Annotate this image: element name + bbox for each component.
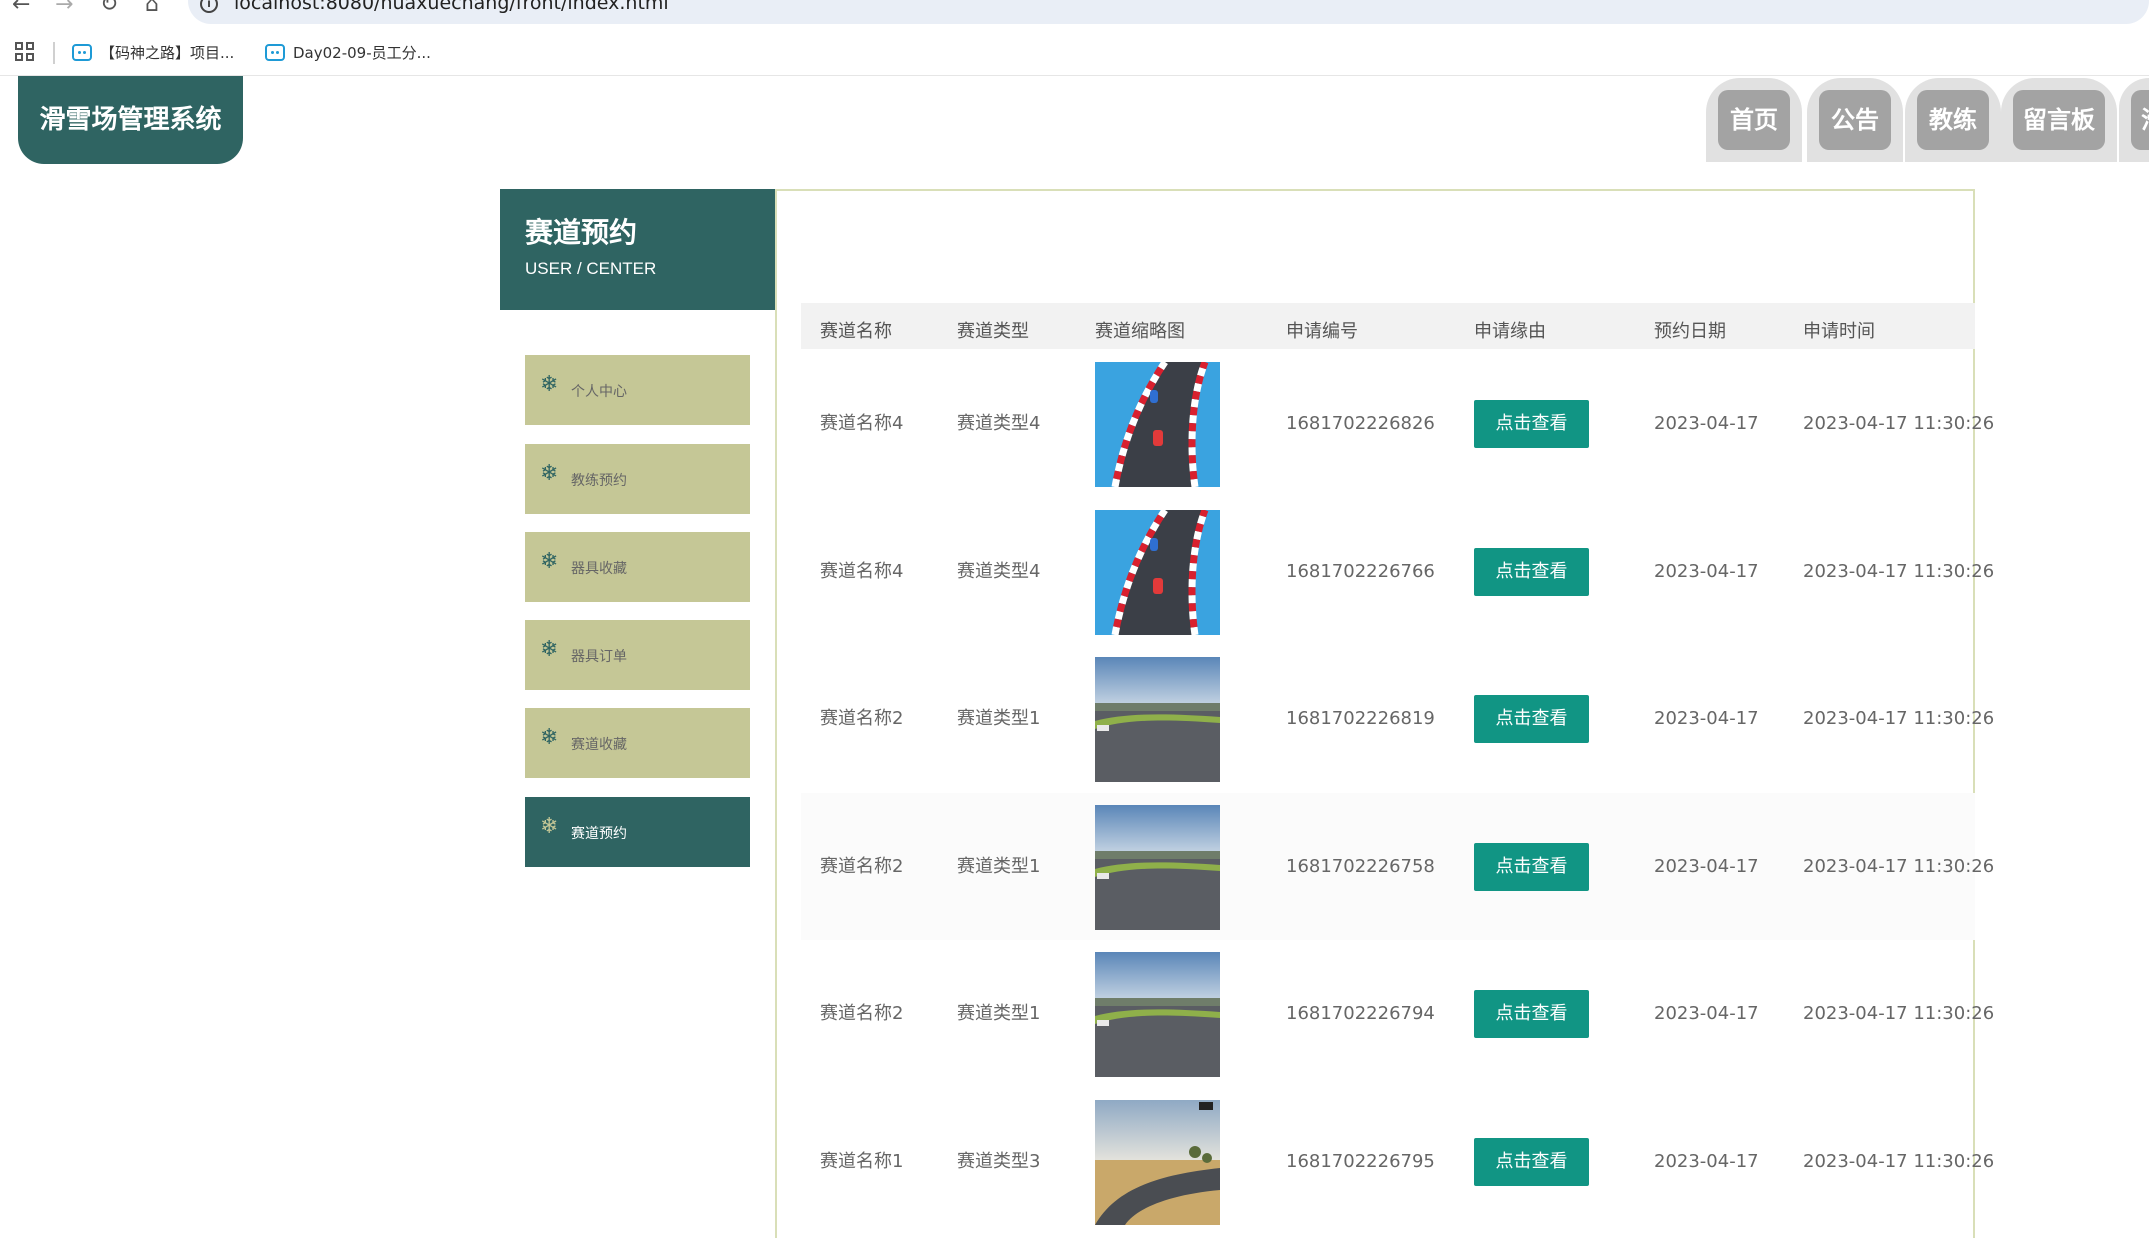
track-type-cell: 赛道类型4 [957, 413, 1041, 434]
apps-grid-icon[interactable] [15, 42, 35, 62]
view-reason-button[interactable]: 点击查看 [1474, 1137, 1589, 1186]
nav-tab-coach[interactable]: 教练 [1905, 78, 2001, 162]
track-name-cell: 赛道名称4 [820, 413, 904, 434]
snowflake-icon: ❄ [540, 814, 559, 839]
snowflake-icon: ❄ [540, 637, 559, 662]
nav-tab-more[interactable]: 滑 [2119, 78, 2149, 162]
view-reason-button[interactable]: 点击查看 [1474, 695, 1589, 743]
sidebar-item-profile[interactable]: ❄ 个人中心 [525, 355, 750, 425]
sidebar-item-label: 赛道预约 [571, 826, 627, 842]
track-thumbnail [1095, 1099, 1220, 1225]
bookmark-item[interactable]: Day02-09-员工分... [265, 40, 431, 66]
booking-date-cell: 2023-04-17 [1654, 1003, 1759, 1024]
snowflake-icon: ❄ [540, 372, 559, 397]
sidebar-item-label: 赛道收藏 [571, 737, 627, 753]
view-reason-button[interactable]: 点击查看 [1474, 990, 1589, 1038]
bilibili-icon [265, 44, 285, 61]
application-code-cell: 1681702226766 [1286, 560, 1435, 582]
application-time-cell: 2023-04-17 11:30:26 [1803, 413, 1995, 434]
track-name-cell: 赛道名称2 [820, 855, 904, 877]
column-header: 申请缘由 [1474, 321, 1546, 342]
application-code-cell: 1681702226758 [1286, 855, 1435, 877]
column-header: 申请时间 [1803, 321, 1875, 342]
url-text[interactable]: localhost:8080/huaxuechang/front/index.h… [234, 0, 669, 14]
table-header: 赛道名称 赛道类型 赛道缩略图 申请编号 申请缘由 预约日期 申请时间 [801, 303, 1975, 349]
track-thumbnail [1095, 509, 1220, 635]
sidebar-item-track-favorites[interactable]: ❄ 赛道收藏 [525, 708, 750, 778]
column-header: 申请编号 [1286, 321, 1358, 342]
sidebar-item-label: 器具订单 [571, 649, 627, 665]
view-reason-button[interactable]: 点击查看 [1474, 842, 1589, 891]
sidebar-item-track-booking[interactable]: ❄ 赛道预约 [525, 797, 750, 867]
column-header: 赛道类型 [957, 321, 1029, 342]
view-reason-button[interactable]: 点击查看 [1474, 547, 1589, 596]
track-thumbnail [1095, 804, 1220, 930]
track-thumbnail [1095, 952, 1220, 1077]
track-name-cell: 赛道名称2 [820, 708, 904, 729]
application-time-cell: 2023-04-17 11:30:26 [1803, 708, 1995, 729]
table-row: 赛道名称4 赛道类型4 1681702226766 点击查看 2023-04-17 202… [801, 498, 1994, 645]
table-row: 赛道名称1 赛道类型3 1681702226795 点击查看 2023-04-17 202… [801, 1088, 1994, 1235]
back-icon[interactable]: ← [12, 0, 30, 16]
application-time-cell: 2023-04-17 11:30:26 [1803, 855, 1995, 877]
booking-date-cell: 2023-04-17 [1654, 708, 1759, 729]
sidebar-title: 赛道预约 [525, 216, 638, 249]
application-code-cell: 1681702226819 [1286, 708, 1435, 729]
table-row: 赛道名称2 赛道类型1 1681702226794 点击查看 2023-04-17 202… [801, 940, 1994, 1087]
sidebar-item-label: 个人中心 [571, 384, 627, 400]
sidebar-item-label: 教练预约 [571, 473, 627, 489]
bookmarks-divider [53, 42, 55, 64]
booking-date-cell: 2023-04-17 [1654, 560, 1759, 582]
view-reason-button[interactable]: 点击查看 [1474, 400, 1589, 448]
track-type-cell: 赛道类型1 [957, 708, 1041, 729]
table-row: 赛道名称2 赛道类型1 1681702226819 点击查看 2023-04-17 202… [801, 645, 1994, 792]
track-type-cell: 赛道类型1 [957, 855, 1041, 877]
track-name-cell: 赛道名称1 [820, 1150, 904, 1172]
table-row: 赛道名称2 赛道类型1 1681702226758 点击查看 2023-04-17 202… [801, 792, 1994, 940]
reload-icon[interactable]: ↻ [100, 0, 118, 16]
sidebar-item-equipment-orders[interactable]: ❄ 器具订单 [525, 620, 750, 690]
application-time-cell: 2023-04-17 11:30:26 [1803, 560, 1995, 582]
column-header: 赛道缩略图 [1095, 321, 1185, 342]
browser-address-bar: ← → ↻ ⌂ i localhost:8080/huaxuechang/fro… [0, 0, 2149, 26]
track-type-cell: 赛道类型1 [957, 1003, 1041, 1024]
bookmark-item[interactable]: 【码神之路】项目... [72, 40, 234, 66]
forward-icon[interactable]: → [55, 0, 73, 16]
table-row: 赛道名称4 赛道类型4 1681702226826 点击查看 2023-04-17 202… [801, 350, 1994, 497]
application-time-cell: 2023-04-17 11:30:26 [1803, 1003, 1995, 1024]
home-icon[interactable]: ⌂ [145, 0, 159, 16]
application-code-cell: 1681702226795 [1286, 1150, 1435, 1172]
track-name-cell: 赛道名称4 [820, 560, 904, 582]
nav-tab-home[interactable]: 首页 [1706, 78, 1802, 162]
sidebar-subtitle: USER / CENTER [525, 259, 657, 278]
track-type-cell: 赛道类型3 [957, 1150, 1041, 1172]
booking-date-cell: 2023-04-17 [1654, 413, 1759, 434]
snowflake-icon: ❄ [540, 725, 559, 750]
bilibili-icon [72, 44, 92, 61]
bookmarks-bar: 【码神之路】项目... Day02-09-员工分... [0, 32, 2149, 76]
application-code-cell: 1681702226794 [1286, 1003, 1435, 1024]
application-time-cell: 2023-04-17 11:30:26 [1803, 1150, 1995, 1172]
booking-date-cell: 2023-04-17 [1654, 855, 1759, 877]
column-header: 赛道名称 [820, 321, 892, 342]
track-thumbnail [1095, 362, 1220, 487]
app-logo-title[interactable]: 滑雪场管理系统 [18, 76, 243, 164]
snowflake-icon: ❄ [540, 549, 559, 574]
track-thumbnail [1095, 657, 1220, 782]
track-type-cell: 赛道类型4 [957, 560, 1041, 582]
sidebar-item-label: 器具收藏 [571, 561, 627, 577]
track-name-cell: 赛道名称2 [820, 1003, 904, 1024]
sidebar-item-equipment-favorites[interactable]: ❄ 器具收藏 [525, 532, 750, 602]
booking-date-cell: 2023-04-17 [1654, 1150, 1759, 1172]
column-header: 预约日期 [1654, 321, 1726, 342]
nav-tab-notice[interactable]: 公告 [1807, 78, 1903, 162]
sidebar-item-coach-booking[interactable]: ❄ 教练预约 [525, 444, 750, 514]
snowflake-icon: ❄ [540, 461, 559, 486]
application-code-cell: 1681702226826 [1286, 413, 1435, 434]
sidebar-header: 赛道预约 USER / CENTER [500, 189, 775, 310]
nav-tab-message-board[interactable]: 留言板 [2001, 78, 2117, 162]
